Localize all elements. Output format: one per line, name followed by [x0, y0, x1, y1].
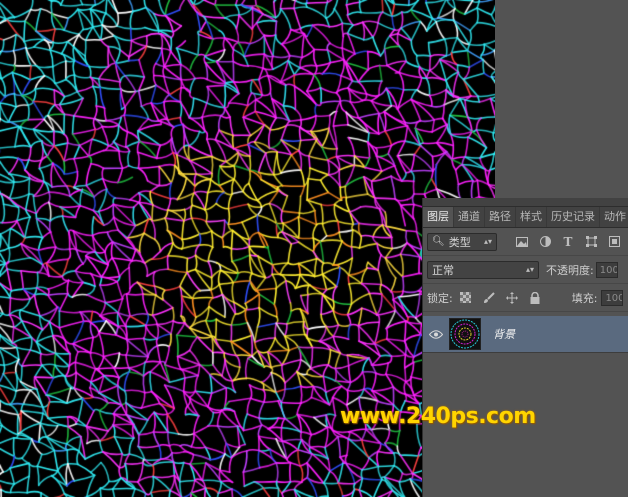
- filter-kind-dropdown[interactable]: 🔍︎ 类型 ▴▾: [427, 232, 497, 251]
- tab-styles[interactable]: 样式: [516, 207, 547, 227]
- panel-header-bar[interactable]: [423, 198, 628, 207]
- blend-mode-value: 正常: [432, 263, 454, 277]
- chevron-updown-icon: ▴▾: [483, 237, 492, 246]
- filter-kind-label: 类型: [448, 235, 471, 249]
- panel-tabs: 图层 通道 路径 样式 历史记录 动作: [423, 207, 628, 228]
- layer-name[interactable]: 背景: [493, 326, 515, 342]
- blend-row: 正常 ▴▾ 不透明度: 100%: [423, 256, 628, 284]
- tab-actions[interactable]: 动作: [600, 207, 628, 227]
- layer-row-background[interactable]: 背景: [423, 316, 628, 353]
- padlock-icon[interactable]: [528, 291, 542, 305]
- move-lock-icon[interactable]: [505, 291, 519, 305]
- blend-mode-dropdown[interactable]: 正常 ▴▾: [427, 260, 539, 279]
- filter-row: 🔍︎ 类型 ▴▾ T: [423, 228, 628, 256]
- chevron-updown-icon: ▴▾: [525, 265, 534, 274]
- opacity-label: 不透明度:: [546, 263, 594, 277]
- adjustment-filter-icon[interactable]: [538, 235, 552, 249]
- type-filter-icon[interactable]: T: [561, 235, 575, 249]
- brush-lock-icon[interactable]: [482, 291, 496, 305]
- eye-icon[interactable]: [423, 329, 449, 339]
- image-filter-icon[interactable]: [515, 235, 529, 249]
- fill-label: 填充:: [571, 291, 598, 305]
- lock-row: 锁定: 填充: 100%: [423, 284, 628, 312]
- layers-panel: 图层 通道 路径 样式 历史记录 动作 🔍︎ 类型 ▴▾ T 正常 ▴▾ 不透明…: [422, 198, 628, 497]
- tab-history[interactable]: 历史记录: [547, 207, 600, 227]
- fill-input[interactable]: 100%: [601, 289, 624, 306]
- lock-label: 锁定:: [427, 291, 453, 305]
- layer-thumbnail: [449, 318, 481, 350]
- workspace-background: [495, 0, 628, 198]
- shape-filter-icon[interactable]: [584, 235, 598, 249]
- tab-layers[interactable]: 图层: [423, 207, 454, 227]
- search-icon: 🔍︎: [432, 236, 445, 247]
- tab-channels[interactable]: 通道: [454, 207, 485, 227]
- watermark-text: www.240ps.com: [340, 404, 536, 429]
- tab-paths[interactable]: 路径: [485, 207, 516, 227]
- checker-lock-icon[interactable]: [459, 291, 473, 305]
- opacity-input[interactable]: 100%: [595, 261, 618, 278]
- smart-object-filter-icon[interactable]: [607, 235, 621, 249]
